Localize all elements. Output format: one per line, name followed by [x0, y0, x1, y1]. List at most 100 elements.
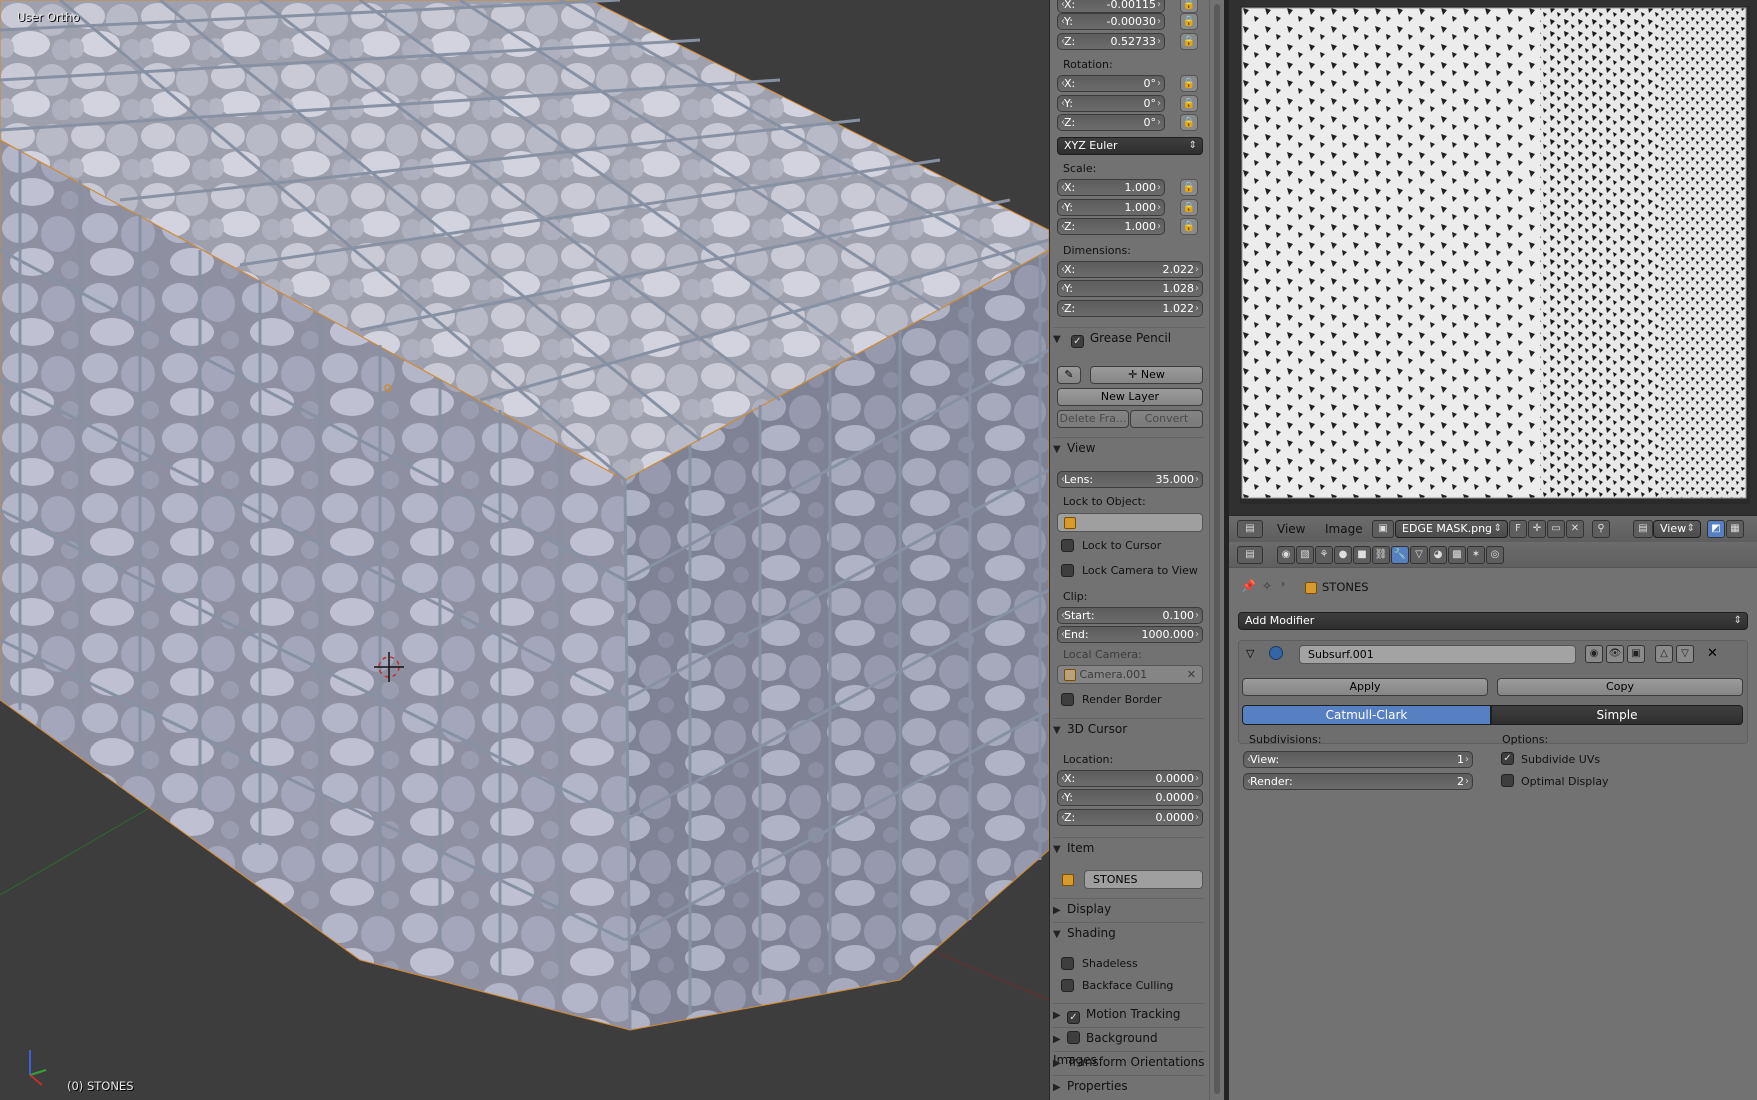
- shadeless-checkbox[interactable]: [1061, 957, 1074, 970]
- shelf-scrollbar[interactable]: [1209, 0, 1224, 1100]
- close-icon[interactable]: ✕: [1707, 646, 1718, 661]
- modifier-name-field[interactable]: Subsurf.001: [1299, 645, 1576, 664]
- editor-type-icon[interactable]: ▤: [1237, 546, 1263, 564]
- shading-panel-header[interactable]: ▼ Shading: [1053, 922, 1205, 944]
- pin-icon[interactable]: ⚲: [1592, 520, 1610, 538]
- render-border-checkbox[interactable]: [1061, 693, 1074, 706]
- lock-icon[interactable]: 🔒: [1180, 199, 1198, 216]
- physics-tab-icon[interactable]: ◎: [1486, 546, 1504, 564]
- image-editor[interactable]: [1229, 0, 1757, 515]
- lock-icon[interactable]: 🔒: [1180, 218, 1198, 235]
- lock-icon[interactable]: 🔒: [1180, 179, 1198, 196]
- cursor-y-field[interactable]: Y: 0.0000: [1057, 789, 1203, 806]
- tab-simple[interactable]: Simple: [1491, 705, 1743, 725]
- pin-icon[interactable]: 📌: [1241, 579, 1256, 593]
- copy-button[interactable]: Copy: [1497, 678, 1743, 696]
- rotation-z-field[interactable]: Z: 0°: [1057, 114, 1165, 131]
- render-tab-icon[interactable]: ◉: [1277, 546, 1295, 564]
- optimal-display-checkbox[interactable]: [1501, 774, 1514, 787]
- motion-tracking-panel-header[interactable]: ▶ ✓ Motion Tracking: [1053, 1003, 1205, 1025]
- constraints-tab-icon[interactable]: ⛓: [1372, 546, 1390, 564]
- object-tab-icon[interactable]: ■: [1353, 546, 1371, 564]
- new-layer-button[interactable]: New Layer: [1057, 388, 1203, 406]
- render-layers-tab-icon[interactable]: ▧: [1296, 546, 1314, 564]
- lens-field[interactable]: Lens: 35.000: [1057, 471, 1203, 488]
- view-subdivisions-field[interactable]: View: 1: [1243, 751, 1473, 768]
- editor-type-icon[interactable]: ▤: [1237, 520, 1263, 538]
- open-folder-icon[interactable]: ▭: [1547, 520, 1565, 538]
- lock-camera-checkbox[interactable]: [1061, 564, 1074, 577]
- properties-panel-header[interactable]: ▶ Properties: [1053, 1075, 1205, 1097]
- pencil-icon[interactable]: ✎: [1057, 366, 1081, 384]
- dimensions-z-field[interactable]: Z: 1.022: [1057, 300, 1203, 317]
- object-name-field[interactable]: STONES: [1084, 870, 1203, 889]
- scene-tab-icon[interactable]: ⚘: [1315, 546, 1333, 564]
- view-mode-select[interactable]: View: [1653, 520, 1701, 538]
- grease-pencil-checkbox[interactable]: ✓: [1070, 335, 1084, 348]
- delete-frame-button[interactable]: Delete Fra...: [1057, 410, 1129, 428]
- view-menu[interactable]: View: [1277, 522, 1305, 536]
- apply-button[interactable]: Apply: [1242, 678, 1488, 696]
- lock-icon[interactable]: 🔒: [1180, 95, 1198, 112]
- cursor-z-field[interactable]: Z: 0.0000: [1057, 809, 1203, 826]
- modifiers-tab-icon[interactable]: 🔧: [1391, 546, 1409, 564]
- cursor-x-field[interactable]: X: 0.0000: [1057, 770, 1203, 787]
- clip-start-field[interactable]: Start: 0.100: [1057, 607, 1203, 624]
- move-up-icon[interactable]: △: [1655, 645, 1673, 663]
- grease-pencil-panel-header[interactable]: ▼ ✓ Grease Pencil: [1053, 327, 1205, 349]
- rotation-x-field[interactable]: X: 0°: [1057, 75, 1165, 92]
- clip-end-field[interactable]: End: 1000.000: [1057, 626, 1203, 643]
- image-menu[interactable]: Image: [1325, 522, 1363, 536]
- tab-catmull-clark[interactable]: Catmull-Clark: [1242, 705, 1491, 725]
- particles-tab-icon[interactable]: ✶: [1467, 546, 1485, 564]
- material-tab-icon[interactable]: ◕: [1429, 546, 1447, 564]
- dimensions-y-field[interactable]: Y: 1.028: [1057, 280, 1203, 297]
- image-browse-icon[interactable]: ▣: [1372, 520, 1394, 538]
- rotation-mode-select[interactable]: XYZ Euler: [1057, 137, 1203, 155]
- texture-tab-icon[interactable]: ▩: [1448, 546, 1466, 564]
- scale-x-field[interactable]: X: 1.000: [1057, 179, 1165, 196]
- scale-y-field[interactable]: Y: 1.000: [1057, 199, 1165, 216]
- subdivide-uvs-checkbox[interactable]: ✓: [1501, 752, 1514, 765]
- item-panel-header[interactable]: ▼ Item: [1053, 837, 1205, 859]
- lock-icon[interactable]: 🔒: [1180, 13, 1198, 30]
- alpha-icon[interactable]: ▦: [1726, 520, 1744, 538]
- render-toggle-icon[interactable]: ◉: [1585, 645, 1603, 663]
- rotation-y-field[interactable]: Y: 0°: [1057, 95, 1165, 112]
- lock-icon[interactable]: 🔒: [1180, 75, 1198, 92]
- location-y-field[interactable]: Y: -0.00030: [1057, 13, 1165, 30]
- lock-icon[interactable]: 🔒: [1180, 114, 1198, 131]
- mode-icon[interactable]: ▤: [1633, 520, 1653, 538]
- viewport-toggle-icon[interactable]: 👁: [1606, 645, 1624, 663]
- dimensions-x-field[interactable]: X: 2.022: [1057, 261, 1203, 278]
- location-x-field[interactable]: X: -0.00115: [1057, 0, 1165, 13]
- data-tab-icon[interactable]: ▽: [1410, 546, 1428, 564]
- close-icon[interactable]: ✕: [1187, 666, 1196, 683]
- new-grease-pencil-button[interactable]: ✛ New: [1090, 366, 1203, 384]
- 3d-cursor-panel-header[interactable]: ▼ 3D Cursor: [1053, 718, 1205, 740]
- fake-user-button[interactable]: F: [1509, 520, 1527, 538]
- editmode-toggle-icon[interactable]: ▣: [1627, 645, 1645, 663]
- lock-icon[interactable]: 🔒: [1180, 33, 1198, 50]
- backface-culling-checkbox[interactable]: [1061, 979, 1074, 992]
- background-images-panel-header[interactable]: ▶ Background Images: [1053, 1027, 1205, 1067]
- location-z-field[interactable]: Z: 0.52733: [1057, 33, 1165, 50]
- add-modifier-select[interactable]: Add Modifier: [1238, 612, 1748, 630]
- lock-to-cursor-checkbox[interactable]: [1061, 539, 1074, 552]
- unlink-icon[interactable]: ✕: [1566, 520, 1584, 538]
- move-down-icon[interactable]: ▽: [1676, 645, 1694, 663]
- motion-tracking-checkbox[interactable]: ✓: [1067, 1011, 1080, 1024]
- image-name-field[interactable]: EDGE MASK.png: [1395, 520, 1508, 538]
- collapse-triangle-icon[interactable]: ▽: [1246, 647, 1254, 660]
- lock-icon[interactable]: 🔒: [1180, 0, 1198, 13]
- lock-object-field[interactable]: [1057, 513, 1203, 532]
- transform-orientations-panel-header[interactable]: ▶ Transform Orientations: [1053, 1051, 1205, 1073]
- local-camera-field[interactable]: Camera.001 ✕: [1057, 665, 1203, 684]
- render-subdivisions-field[interactable]: Render: 2: [1243, 773, 1473, 790]
- convert-button[interactable]: Convert: [1130, 410, 1203, 428]
- world-tab-icon[interactable]: ●: [1334, 546, 1352, 564]
- 3d-viewport[interactable]: User Ortho (0) STONES: [0, 0, 1049, 1100]
- new-image-icon[interactable]: ✛: [1528, 520, 1546, 538]
- view-panel-header[interactable]: ▼ View: [1053, 437, 1205, 459]
- background-images-checkbox[interactable]: [1067, 1031, 1080, 1044]
